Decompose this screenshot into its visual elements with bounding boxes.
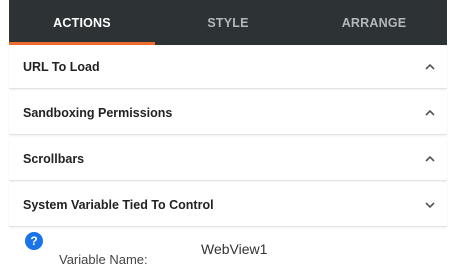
section-system-variable-label: System Variable Tied To Control xyxy=(23,197,214,212)
tab-arrange-label: ARRANGE xyxy=(341,15,407,30)
system-variable-content: ? Variable Name: WebView1 xyxy=(9,229,447,269)
section-sandboxing-permissions-label: Sandboxing Permissions xyxy=(23,105,173,120)
section-url-to-load[interactable]: URL To Load xyxy=(9,45,447,89)
chevron-up-icon[interactable] xyxy=(423,106,437,120)
section-system-variable[interactable]: System Variable Tied To Control xyxy=(9,183,447,227)
tab-arrange[interactable]: ARRANGE xyxy=(301,0,447,45)
variable-name-label: Variable Name: xyxy=(59,252,148,267)
chevron-up-icon[interactable] xyxy=(423,60,437,74)
variable-name-value[interactable]: WebView1 xyxy=(201,241,267,257)
question-mark-icon[interactable]: ? xyxy=(25,232,43,250)
tab-bar: ACTIONS STYLE ARRANGE xyxy=(9,0,447,45)
tab-actions[interactable]: ACTIONS xyxy=(9,0,155,45)
tab-actions-label: ACTIONS xyxy=(53,15,111,30)
section-sandboxing-permissions[interactable]: Sandboxing Permissions xyxy=(9,91,447,135)
properties-panel: ACTIONS STYLE ARRANGE URL To Load Sandbo… xyxy=(0,0,456,267)
chevron-up-icon[interactable] xyxy=(423,152,437,166)
chevron-down-icon[interactable] xyxy=(423,198,437,212)
section-url-to-load-label: URL To Load xyxy=(23,59,100,74)
help-glyph: ? xyxy=(30,234,38,248)
tab-style[interactable]: STYLE xyxy=(155,0,301,45)
tab-style-label: STYLE xyxy=(207,15,249,30)
section-scrollbars-label: Scrollbars xyxy=(23,151,85,166)
section-scrollbars[interactable]: Scrollbars xyxy=(9,137,447,181)
